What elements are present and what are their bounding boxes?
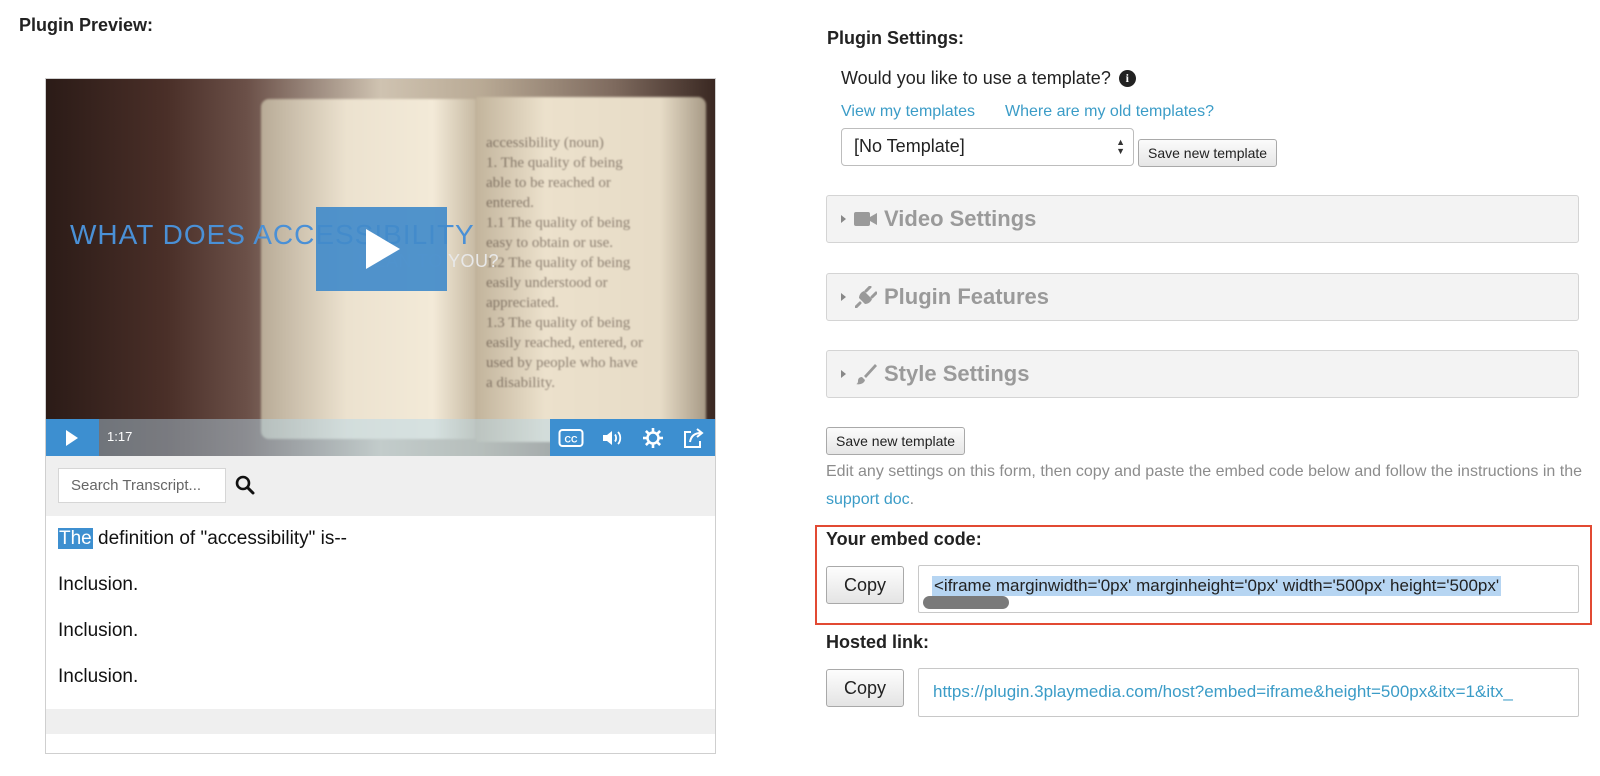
play-button[interactable] [46,419,99,456]
video-controls-bar: 1:17 CC [46,419,715,456]
transcript-current-word[interactable]: The [58,528,93,549]
save-new-template-button-2[interactable]: Save new template [826,427,966,455]
control-buttons-group: CC [550,419,715,456]
video-settings-panel[interactable]: Video Settings [826,195,1579,243]
big-play-button[interactable] [316,207,447,291]
instructions-text: Edit any settings on this form, then cop… [826,458,1586,514]
share-icon [683,427,704,448]
plugin-features-label: Plugin Features [884,284,1050,309]
settings-button[interactable] [632,419,673,456]
transcript-line[interactable]: The definition of "accessibility" is-- [58,516,698,562]
view-templates-link[interactable]: View my templates [841,103,975,121]
transcript-search-bar [46,456,715,516]
transcript: The definition of "accessibility" is-- I… [58,516,698,700]
template-question: Would you like to use a template? i [841,68,1136,89]
video-area[interactable]: accessibility (noun) 1. The quality of b… [46,79,715,456]
settings-title: Plugin Settings: [827,28,964,48]
media-player: accessibility (noun) 1. The quality of b… [45,78,716,754]
hosted-link-field[interactable]: https://plugin.3playmedia.com/host?embed… [918,668,1579,717]
copy-embed-button[interactable]: Copy [826,566,904,604]
closed-captions-button[interactable]: CC [550,419,591,456]
preview-title: Plugin Preview: [19,15,154,35]
svg-text:CC: CC [564,434,577,444]
book-text: accessibility (noun) 1. The quality of b… [486,135,643,391]
plugin-features-panel[interactable]: Plugin Features [826,273,1579,321]
select-arrows-icon: ▲ ▼ [1116,137,1125,156]
caret-right-icon [841,293,846,301]
video-duration: 1:17 [107,429,133,444]
instructions-prefix: Edit any settings on this form, then cop… [826,463,1583,480]
old-templates-link[interactable]: Where are my old templates? [1005,103,1214,121]
player-footer [46,709,715,734]
instructions-suffix: . [909,491,915,508]
embed-code-field[interactable]: <iframe marginwidth='0px' marginheight='… [918,565,1579,613]
transcript-search-input[interactable] [58,468,226,503]
transcript-line[interactable]: Inclusion. [58,608,698,654]
video-settings-label: Video Settings [884,206,1037,231]
volume-button[interactable] [591,419,632,456]
transcript-text: definition of "accessibility" is-- [92,528,347,549]
transcript-line[interactable]: Inclusion. [58,654,698,700]
plug-icon [854,286,878,308]
template-select[interactable]: [No Template] ▲ ▼ [841,128,1134,166]
caret-right-icon [841,215,846,223]
style-settings-panel[interactable]: Style Settings [826,350,1579,398]
style-settings-label: Style Settings [884,361,1030,386]
embed-code-text: <iframe marginwidth='0px' marginheight='… [932,576,1502,596]
template-question-text: Would you like to use a template? [841,68,1111,88]
embed-code-scrollbar[interactable] [923,596,1009,609]
embed-code-label: Your embed code: [826,529,982,549]
hosted-link-text: https://plugin.3playmedia.com/host?embed… [933,682,1513,701]
support-doc-link[interactable]: support doc [826,491,910,508]
search-icon[interactable] [234,474,256,496]
hosted-link-label: Hosted link: [826,632,930,652]
share-button[interactable] [673,419,714,456]
copy-hosted-link-button[interactable]: Copy [826,669,904,707]
template-select-value: [No Template] [854,136,965,156]
info-icon[interactable]: i [1118,70,1136,87]
caret-right-icon [841,370,846,378]
gear-icon [642,427,663,448]
paint-brush-icon [854,363,878,385]
closed-captions-icon: CC [558,428,583,447]
volume-icon [602,430,621,445]
save-new-template-button[interactable]: Save new template [1138,139,1278,167]
transcript-line[interactable]: Inclusion. [58,562,698,608]
video-camera-icon [854,208,878,230]
